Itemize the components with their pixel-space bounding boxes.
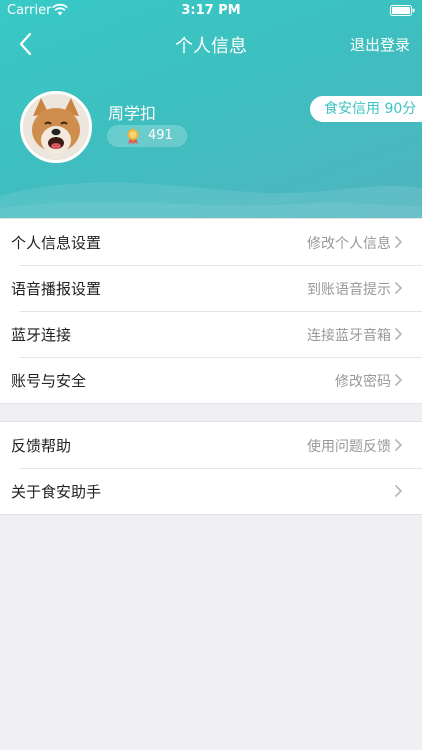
row-label: 反馈帮助 xyxy=(11,437,72,455)
row-label: 语音播报设置 xyxy=(11,280,102,298)
row-about-app[interactable]: 关于食安助手 xyxy=(0,468,422,514)
credit-score-badge[interactable]: 食安信用 90分 xyxy=(310,96,422,122)
chevron-right-icon xyxy=(394,373,403,387)
user-name: 周学扣 xyxy=(108,104,157,123)
status-time: 3:17 PM xyxy=(181,3,241,18)
settings-group-main: 个人信息设置 修改个人信息 语音播报设置 到账语音提示 蓝牙连接 连接蓝牙音箱 … xyxy=(0,218,422,404)
row-feedback-help[interactable]: 反馈帮助 使用问题反馈 xyxy=(0,422,422,468)
dog-avatar-image xyxy=(23,94,89,160)
settings-group-support: 反馈帮助 使用问题反馈 关于食安助手 xyxy=(0,421,422,515)
row-account-security[interactable]: 账号与安全 修改密码 xyxy=(0,357,422,403)
chevron-right-icon xyxy=(394,235,403,249)
nav-bar: 个人信息 退出登录 xyxy=(0,22,422,66)
header-wave xyxy=(0,182,422,218)
battery-icon xyxy=(390,5,415,16)
points-value: 491 xyxy=(148,128,173,143)
row-label: 个人信息设置 xyxy=(11,234,102,252)
chevron-right-icon xyxy=(394,438,403,452)
row-voice-broadcast-settings[interactable]: 语音播报设置 到账语音提示 xyxy=(0,265,422,311)
row-label: 关于食安助手 xyxy=(11,483,102,501)
row-bluetooth-connection[interactable]: 蓝牙连接 连接蓝牙音箱 xyxy=(0,311,422,357)
row-detail: 修改个人信息 xyxy=(307,236,391,252)
row-detail: 修改密码 xyxy=(335,374,391,390)
row-detail: 到账语音提示 xyxy=(307,282,391,298)
profile-header: Carrier 3:17 PM 个人信息 退出登录 周学扣 491 食安信用 9… xyxy=(0,0,422,218)
chevron-right-icon xyxy=(394,484,403,498)
medal-icon xyxy=(127,129,139,145)
chevron-right-icon xyxy=(394,327,403,341)
row-detail: 使用问题反馈 xyxy=(307,439,391,455)
row-personal-info-settings[interactable]: 个人信息设置 修改个人信息 xyxy=(0,219,422,265)
points-badge: 491 xyxy=(107,125,187,147)
chevron-right-icon xyxy=(394,281,403,295)
row-detail: 连接蓝牙音箱 xyxy=(307,328,391,344)
row-label: 蓝牙连接 xyxy=(11,326,72,344)
status-bar: Carrier 3:17 PM xyxy=(0,0,422,22)
avatar[interactable] xyxy=(20,91,92,163)
logout-button[interactable]: 退出登录 xyxy=(350,34,410,55)
row-label: 账号与安全 xyxy=(11,372,87,390)
